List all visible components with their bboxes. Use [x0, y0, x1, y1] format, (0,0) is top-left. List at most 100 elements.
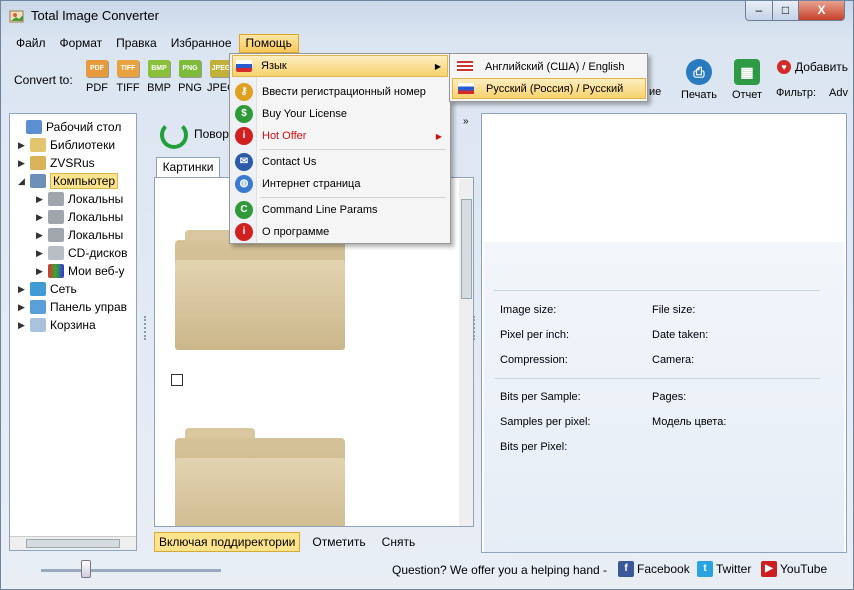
- print-button[interactable]: ⎙ Печать: [677, 59, 721, 101]
- app-icon: [9, 10, 24, 23]
- tree-hscrollbar[interactable]: [10, 536, 136, 550]
- language-english[interactable]: Английский (США) / English: [452, 56, 646, 77]
- tree-label: Локальны: [68, 210, 124, 224]
- image-size-label: Image size:: [500, 304, 557, 316]
- libraries-icon: [30, 138, 46, 152]
- tree-item-control-panel[interactable]: ▶ Панель управ: [18, 298, 127, 316]
- tree-item-recycle-bin[interactable]: ▶ Корзина: [18, 316, 96, 334]
- menu-item-hot-offer[interactable]: i Hot Offer ▶: [232, 125, 448, 147]
- expand-arrow-icon[interactable]: ▶: [18, 302, 28, 313]
- menu-item-about[interactable]: i О программе: [232, 221, 448, 243]
- twitter-link[interactable]: t Twitter: [697, 561, 751, 577]
- pdf-icon: PDF: [86, 60, 108, 77]
- image-preview: [482, 114, 846, 240]
- expand-arrow-icon[interactable]: ▶: [36, 194, 46, 205]
- menu-label: О программе: [262, 226, 330, 238]
- tree-item-zvsrus[interactable]: ▶ ZVSRus: [18, 154, 95, 172]
- menu-format[interactable]: Формат: [53, 34, 110, 53]
- menu-item-buy[interactable]: $ Buy Your License: [232, 103, 448, 125]
- zoom-slider[interactable]: [41, 569, 221, 572]
- folder-thumbnail[interactable]: [175, 230, 345, 350]
- tiff-button[interactable]: TIFF TIFF: [114, 60, 142, 94]
- menu-item-contact[interactable]: ✉ Contact Us: [232, 151, 448, 173]
- refresh-icon[interactable]: [160, 121, 188, 149]
- menu-help[interactable]: Помощь: [238, 34, 299, 53]
- menu-label: Язык: [261, 60, 287, 72]
- expand-arrow-icon[interactable]: ▶: [18, 158, 28, 169]
- close-button[interactable]: X: [798, 1, 845, 21]
- image-info: Image size: File size: Pixel per inch: D…: [484, 242, 844, 552]
- expand-arrow-icon[interactable]: ▶: [18, 320, 28, 331]
- facebook-link[interactable]: f Facebook: [618, 561, 690, 577]
- png-button[interactable]: PNG PNG: [176, 60, 204, 94]
- filter-value[interactable]: Adv: [829, 87, 848, 99]
- expand-arrow-icon[interactable]: ▶: [36, 266, 46, 277]
- tree-item-computer[interactable]: ◢ Компьютер: [18, 172, 119, 190]
- tree-item-network[interactable]: ▶ Сеть: [18, 280, 77, 298]
- help-question: Question? We offer you a helping hand -: [392, 563, 608, 577]
- tree-item-local-disk[interactable]: ▶ Локальны: [36, 208, 123, 226]
- date-taken-label: Date taken:: [652, 329, 709, 341]
- bmp-label: BMP: [147, 82, 171, 94]
- report-button[interactable]: ▦ Отчет: [729, 59, 765, 101]
- tree-item-desktop[interactable]: Рабочий стол: [14, 118, 121, 136]
- folder-thumbnail[interactable]: [175, 428, 345, 526]
- expand-arrow-icon[interactable]: ▶: [18, 284, 28, 295]
- language-submenu: Английский (США) / English Русский (Росс…: [449, 53, 648, 102]
- include-subdirs-button[interactable]: Включая поддиректории: [154, 532, 301, 552]
- status-bar: Question? We offer you a helping hand - …: [1, 556, 853, 589]
- left-splitter[interactable]: [144, 316, 148, 340]
- tree-item-local-disk[interactable]: ▶ Локальны: [36, 190, 123, 208]
- cd-drive-icon: [48, 246, 64, 260]
- thumbnail-checkbox[interactable]: [171, 374, 183, 386]
- menu-label: Hot Offer: [262, 130, 307, 142]
- menu-item-language[interactable]: Язык ▶: [232, 55, 448, 77]
- language-russian[interactable]: Русский (Россия) / Русский: [452, 78, 646, 99]
- scroll-thumb[interactable]: [461, 199, 472, 299]
- network-icon: [30, 282, 46, 296]
- expand-arrow-icon[interactable]: ▶: [18, 140, 28, 151]
- menu-edit[interactable]: Правка: [109, 34, 164, 53]
- pdf-button[interactable]: PDF PDF: [83, 60, 111, 94]
- info-icon: i: [235, 223, 253, 241]
- tree-label: Локальны: [68, 192, 124, 206]
- convert-to-label: Convert to:: [14, 73, 73, 87]
- menu-item-website[interactable]: ◍ Интернет страница: [232, 173, 448, 195]
- menu-bar: Файл Формат Правка Избранное Помощь: [9, 34, 299, 53]
- collapse-panel-icon[interactable]: »: [463, 116, 469, 127]
- youtube-link[interactable]: ▶ YouTube: [761, 561, 827, 577]
- check-all-button[interactable]: Отметить: [308, 533, 369, 551]
- tree-item-libraries[interactable]: ▶ Библиотеки: [18, 136, 115, 154]
- file-size-label: File size:: [652, 304, 696, 316]
- minimize-button[interactable]: –: [745, 1, 773, 21]
- expand-arrow-icon[interactable]: ▶: [36, 248, 46, 259]
- maximize-button[interactable]: □: [772, 1, 799, 21]
- tab-pictures[interactable]: Картинки: [156, 157, 220, 177]
- tree-label: Рабочий стол: [46, 120, 122, 134]
- menu-favorites[interactable]: Избранное: [164, 34, 239, 53]
- png-label: PNG: [178, 82, 202, 94]
- add-button[interactable]: ♥ Добавить: [777, 60, 848, 74]
- zoom-slider-thumb[interactable]: [81, 560, 91, 578]
- collapse-arrow-icon[interactable]: ◢: [18, 176, 28, 187]
- menu-item-command-line[interactable]: C Command Line Params: [232, 199, 448, 221]
- tree-item-web-nodes[interactable]: ▶ Мои веб-у: [36, 262, 125, 280]
- menu-label: Buy Your License: [262, 108, 348, 120]
- uncheck-button[interactable]: Снять: [378, 533, 420, 551]
- key-icon: ⚷: [235, 83, 253, 101]
- bmp-button[interactable]: BMP BMP: [145, 60, 173, 94]
- tree-item-cd-drive[interactable]: ▶ CD-дисков: [36, 244, 127, 262]
- tree-item-local-disk[interactable]: ▶ Локальны: [36, 226, 123, 244]
- menu-item-register[interactable]: ⚷ Ввести регистрационный номер: [232, 81, 448, 103]
- tree-label: Корзина: [50, 318, 96, 332]
- globe-icon: ◍: [235, 175, 253, 193]
- tree-hscroll-thumb[interactable]: [26, 539, 120, 548]
- expand-arrow-icon[interactable]: ▶: [36, 230, 46, 241]
- expand-arrow-icon[interactable]: ▶: [36, 212, 46, 223]
- camera-label: Camera:: [652, 354, 695, 366]
- mail-icon: ✉: [235, 153, 253, 171]
- thumbnail-scrollbar[interactable]: [459, 179, 473, 526]
- menu-file[interactable]: Файл: [9, 34, 53, 53]
- right-splitter[interactable]: [473, 316, 477, 340]
- recycle-bin-icon: [30, 318, 46, 332]
